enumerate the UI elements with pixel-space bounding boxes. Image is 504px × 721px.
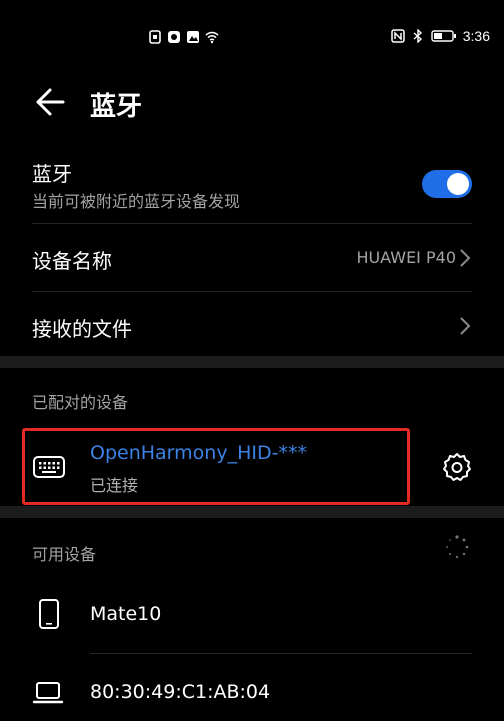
bluetooth-discoverable-text: 当前可被附近的蓝牙设备发现 [32, 192, 241, 211]
available-devices-header: 可用设备 [32, 545, 97, 564]
available-device-name: Mate10 [90, 603, 162, 625]
bluetooth-toggle[interactable] [422, 170, 472, 198]
section-separator [0, 356, 504, 368]
status-bar-left-icons [148, 30, 219, 44]
received-files-row[interactable]: 接收的文件 [0, 292, 504, 356]
battery-icon [431, 30, 456, 42]
app-notification-icon [168, 31, 180, 43]
sim-card-icon [149, 30, 161, 44]
status-time: 3:36 [462, 28, 490, 44]
received-files-label: 接收的文件 [32, 317, 132, 341]
laptop-icon [32, 682, 64, 704]
available-device-row[interactable]: Mate10 [0, 580, 504, 648]
device-name-row[interactable]: 设备名称 HUAWEI P40 [0, 224, 504, 290]
loading-spinner-icon [446, 535, 469, 559]
available-device-row[interactable]: 80:30:49:C1:AB:04 [0, 654, 504, 721]
phone-icon [39, 599, 59, 629]
bluetooth-toggle-row[interactable]: 蓝牙 当前可被附近的蓝牙设备发现 [0, 158, 504, 214]
toggle-knob [447, 173, 469, 195]
page-title: 蓝牙 [90, 92, 143, 122]
paired-devices-header: 已配对的设备 [32, 393, 129, 412]
highlight-box [22, 428, 410, 505]
status-bar-right: 3:36 [391, 28, 490, 44]
arrow-left-icon[interactable] [30, 84, 66, 120]
available-device-name: 80:30:49:C1:AB:04 [90, 681, 271, 703]
nfc-icon [391, 29, 405, 43]
device-name-label: 设备名称 [32, 249, 112, 273]
page-header: 蓝牙 [0, 78, 504, 126]
gear-icon[interactable] [442, 452, 472, 482]
bluetooth-icon [413, 29, 422, 43]
wifi-icon [205, 31, 219, 44]
bluetooth-label: 蓝牙 [32, 162, 72, 186]
status-bar: 3:36 [0, 0, 504, 72]
chevron-right-icon [460, 249, 471, 267]
section-separator [0, 506, 504, 518]
photo-notification-icon [187, 31, 199, 43]
device-name-value: HUAWEI P40 [356, 248, 456, 267]
chevron-right-icon [460, 317, 471, 335]
